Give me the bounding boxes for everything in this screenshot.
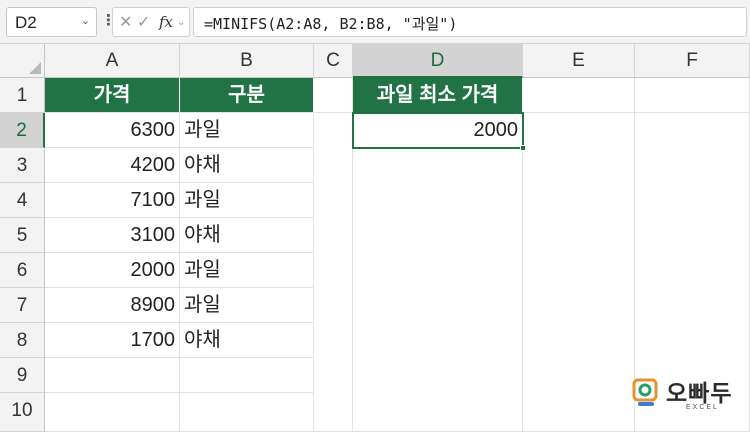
cell-c1[interactable]: [314, 78, 353, 113]
formula-input[interactable]: =MINIFS(A2:A8, B2:B8, "과일"): [193, 7, 747, 37]
cell-a10[interactable]: [45, 393, 180, 432]
cell-a4[interactable]: 7100: [45, 183, 180, 218]
cell-a2[interactable]: 6300: [45, 113, 180, 148]
row-header-2[interactable]: 2: [0, 113, 45, 148]
formula-bar-area: D2 ⌄ ⋮ ✕ ✓ fx ⌄ =MINIFS(A2:A8, B2:B8, "과…: [0, 0, 750, 44]
cell-a7[interactable]: 8900: [45, 288, 180, 323]
name-box[interactable]: D2 ⌄: [6, 7, 97, 37]
cell-selection-outline: [352, 112, 526, 151]
chevron-down-icon[interactable]: ⌄: [81, 14, 90, 27]
cell-a9[interactable]: [45, 358, 180, 393]
cell-b5[interactable]: 야채: [180, 218, 314, 253]
cell-a8[interactable]: 1700: [45, 323, 180, 358]
cell-b9[interactable]: [180, 358, 314, 393]
row-header-9[interactable]: 9: [0, 358, 45, 393]
column-c-cells[interactable]: [314, 113, 353, 432]
row-header-8[interactable]: 8: [0, 323, 45, 358]
fill-handle[interactable]: [520, 145, 526, 151]
row-header-7[interactable]: 7: [0, 288, 45, 323]
cell-a6[interactable]: 2000: [45, 253, 180, 288]
row-header-10[interactable]: 10: [0, 393, 45, 432]
name-box-value: D2: [15, 13, 37, 32]
oppadu-excel-logo: 오빠두 EXCEL: [632, 374, 744, 418]
check-icon[interactable]: ✓: [137, 12, 150, 32]
cell-f1[interactable]: [635, 78, 750, 113]
cell-a5[interactable]: 3100: [45, 218, 180, 253]
column-header-f[interactable]: F: [635, 44, 750, 78]
close-icon[interactable]: ✕: [119, 12, 132, 32]
cell-d1-header[interactable]: 과일 최소 가격: [353, 78, 523, 113]
logo-subtext: EXCEL: [686, 404, 719, 411]
row-header-1[interactable]: 1: [0, 78, 45, 113]
cell-b8[interactable]: 야채: [180, 323, 314, 358]
chevron-down-icon[interactable]: ⌄: [177, 17, 185, 28]
column-d-cells[interactable]: [353, 148, 523, 432]
column-e-cells[interactable]: [523, 113, 635, 432]
logo-text: 오빠두: [666, 380, 733, 406]
column-header-b[interactable]: B: [180, 44, 314, 78]
cell-e1[interactable]: [523, 78, 635, 113]
cell-a3[interactable]: 4200: [45, 148, 180, 183]
column-header-d[interactable]: D: [353, 44, 523, 78]
cell-b2[interactable]: 과일: [180, 113, 314, 148]
column-header-c[interactable]: C: [314, 44, 353, 78]
insert-function-button[interactable]: fx: [159, 13, 173, 31]
cell-b6[interactable]: 과일: [180, 253, 314, 288]
select-all-button[interactable]: [0, 44, 45, 78]
row-header-6[interactable]: 6: [0, 253, 45, 288]
cell-b4[interactable]: 과일: [180, 183, 314, 218]
row-header-3[interactable]: 3: [0, 148, 45, 183]
logo-icon: [632, 378, 658, 406]
column-header-a[interactable]: A: [45, 44, 180, 78]
cell-b3[interactable]: 야채: [180, 148, 314, 183]
row-header-4[interactable]: 4: [0, 183, 45, 218]
formula-buttons: ✕ ✓ fx ⌄: [112, 7, 190, 37]
cell-b7[interactable]: 과일: [180, 288, 314, 323]
cell-b1-header[interactable]: 구분: [180, 78, 314, 113]
cell-b10[interactable]: [180, 393, 314, 432]
cell-a1-header[interactable]: 가격: [45, 78, 180, 113]
column-header-e[interactable]: E: [523, 44, 635, 78]
row-header-5[interactable]: 5: [0, 218, 45, 253]
